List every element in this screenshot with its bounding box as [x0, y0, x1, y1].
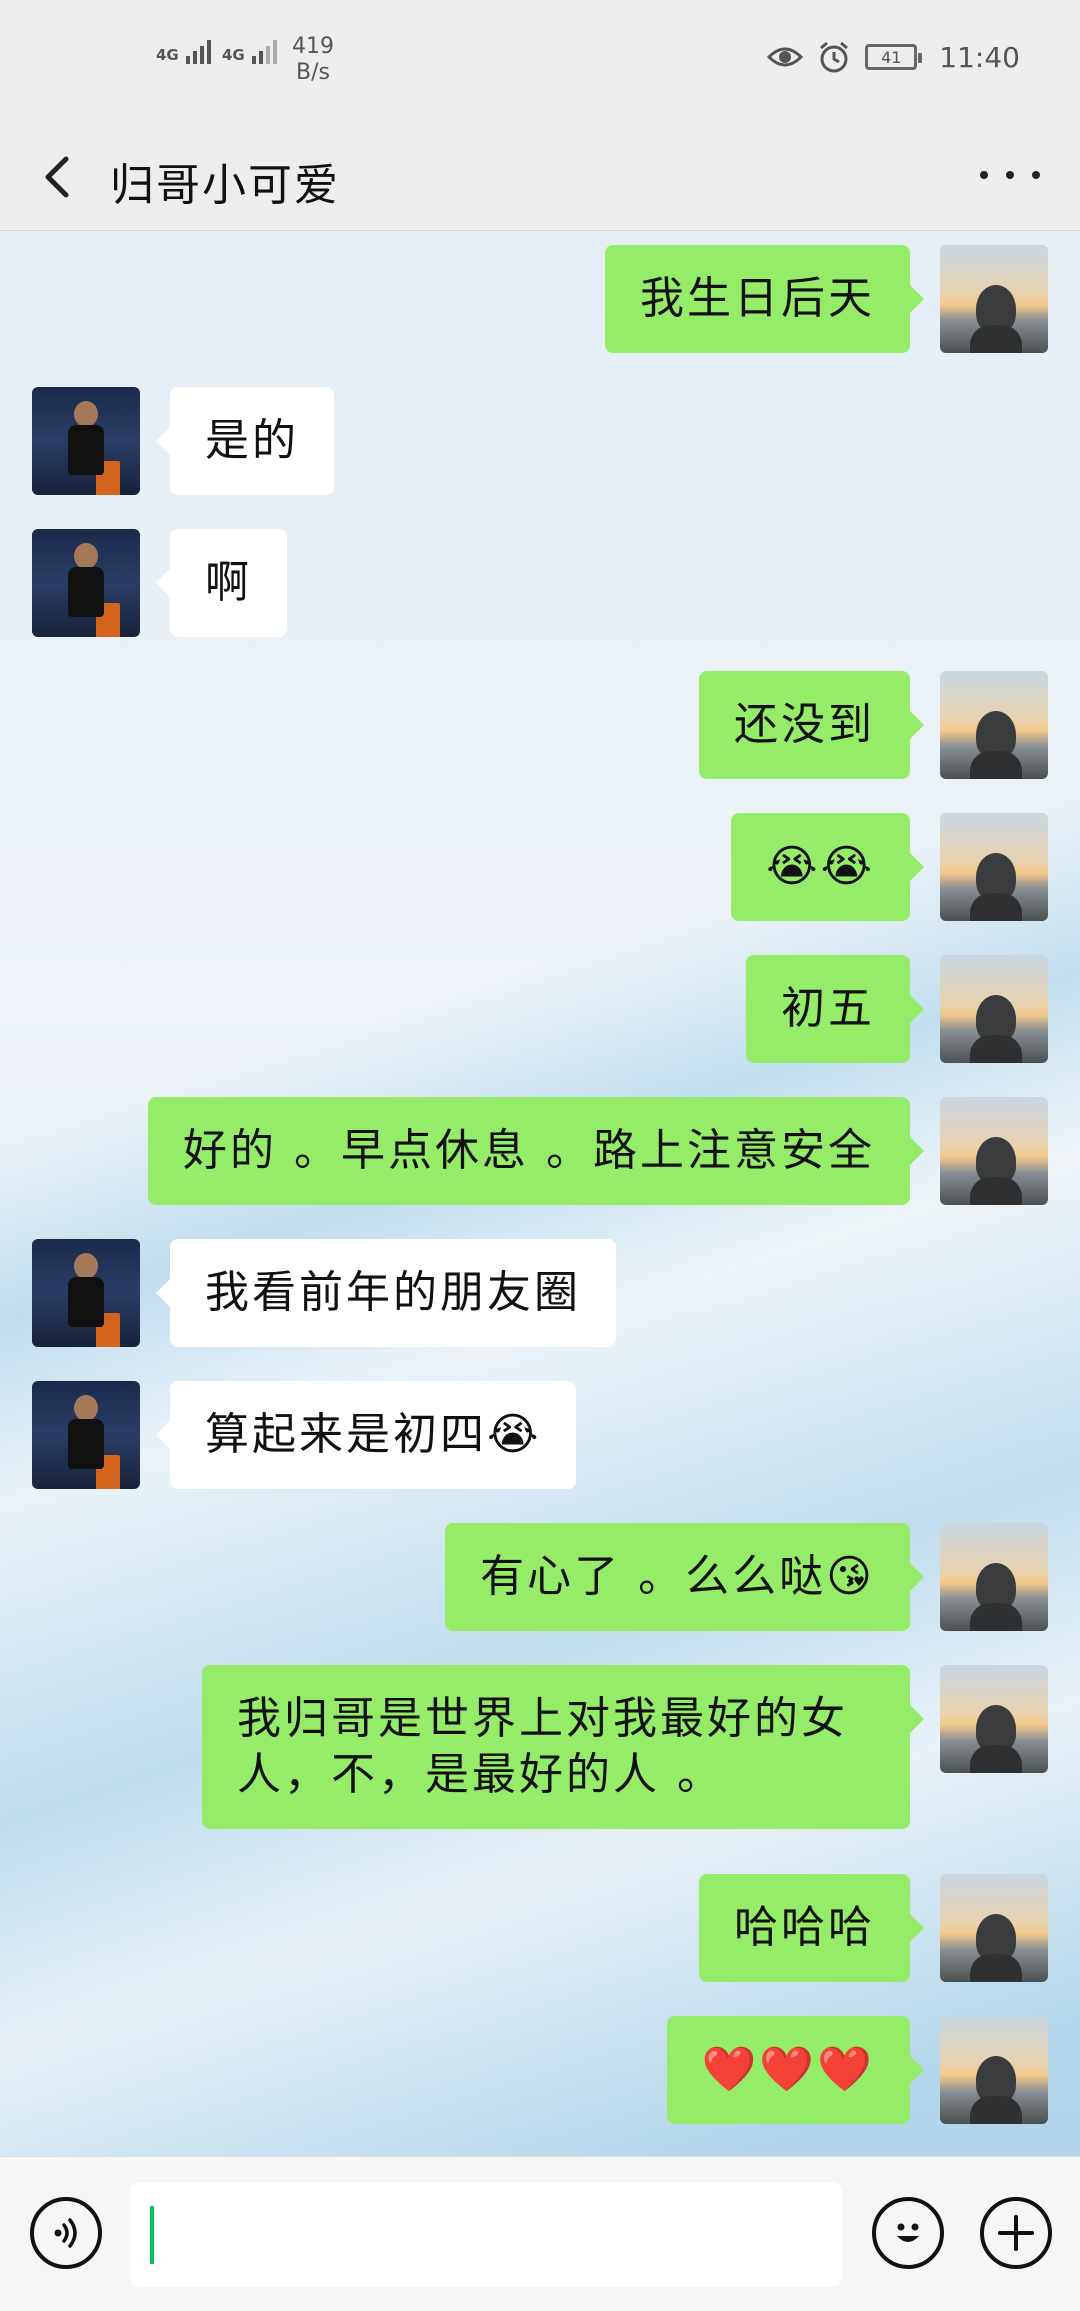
voice-button[interactable]: [30, 2197, 102, 2269]
my-avatar[interactable]: [940, 2016, 1048, 2124]
more-button[interactable]: [980, 155, 1040, 195]
text-caret: [150, 2206, 154, 2264]
more-dots-icon: [980, 171, 1040, 179]
contact-avatar[interactable]: [32, 1381, 140, 1489]
message-bubble-received[interactable]: 是的: [156, 387, 334, 495]
voice-icon: [54, 2218, 77, 2248]
message-bubble-received[interactable]: 我看前年的朋友圈: [156, 1239, 616, 1347]
battery-level: 41: [881, 47, 902, 67]
message-bubble-sent[interactable]: 有心了 。么么哒😘: [445, 1523, 924, 1631]
emoji-icon: [897, 2223, 919, 2242]
message-bubble-sent[interactable]: 好的 。早点休息 。路上注意安全: [148, 1097, 924, 1205]
network-speed: 419 B/s: [292, 34, 334, 86]
my-avatar[interactable]: [940, 813, 1048, 921]
plus-button[interactable]: [980, 2197, 1052, 2269]
my-avatar[interactable]: [940, 955, 1048, 1063]
eye-icon: [767, 47, 804, 67]
net-speed-value: 419: [292, 34, 334, 59]
message-bubble-sent[interactable]: 哈哈哈: [699, 1874, 924, 1982]
message-bubble-sent[interactable]: 初五: [746, 955, 924, 1063]
emoji-button[interactable]: [872, 2197, 944, 2269]
my-avatar[interactable]: [940, 1874, 1048, 1982]
sim2-label: 4G: [222, 46, 245, 64]
contact-avatar[interactable]: [32, 387, 140, 495]
sim1-label: 4G: [156, 46, 179, 64]
net-speed-unit: B/s: [296, 60, 330, 85]
my-avatar[interactable]: [940, 671, 1048, 779]
input-bar: [0, 2156, 1080, 2311]
my-avatar[interactable]: [940, 245, 1048, 353]
signal-sim1: 4G: [156, 40, 211, 64]
message-bubble-sent[interactable]: ❤️❤️❤️: [666, 2016, 925, 2124]
chat-header: 归哥小可爱: [0, 125, 1080, 231]
message-bubble-sent[interactable]: 还没到: [699, 671, 924, 779]
message-bubble-sent[interactable]: 我生日后天: [605, 245, 924, 353]
message-bubble-received[interactable]: 算起来是初四😭: [155, 1381, 577, 1489]
status-time: 11:40: [939, 40, 1020, 74]
plus-icon: [998, 2215, 1034, 2251]
signal-sim2: 4G: [222, 40, 277, 64]
status-bar: 4G 4G 419 B/s 41 11:40: [0, 0, 1080, 125]
battery-icon: 41: [865, 44, 923, 70]
back-button[interactable]: [30, 147, 90, 207]
chat-title: 归哥小可爱: [110, 160, 340, 211]
contact-avatar[interactable]: [32, 1239, 140, 1347]
my-avatar[interactable]: [940, 1523, 1048, 1631]
signal-bars-icon: [185, 40, 211, 64]
message-bubble-sent[interactable]: 😭😭: [731, 813, 924, 921]
my-avatar[interactable]: [940, 1097, 1048, 1205]
chat-message-list[interactable]: 我生日后天 是的 啊 还没到 😭😭 初五 好的 。早点休息 。路上注意安全 我看…: [0, 231, 1080, 2156]
message-input[interactable]: [130, 2182, 842, 2286]
alarm-icon: [820, 41, 849, 73]
message-bubble-received[interactable]: 啊: [156, 529, 287, 637]
contact-avatar[interactable]: [32, 529, 140, 637]
my-avatar[interactable]: [940, 1665, 1048, 1773]
chevron-left-icon: [45, 156, 69, 198]
message-bubble-sent[interactable]: 我归哥是世界上对我最好的女人，不，是最好的人 。: [202, 1665, 924, 1829]
signal-bars-icon: [251, 40, 277, 64]
